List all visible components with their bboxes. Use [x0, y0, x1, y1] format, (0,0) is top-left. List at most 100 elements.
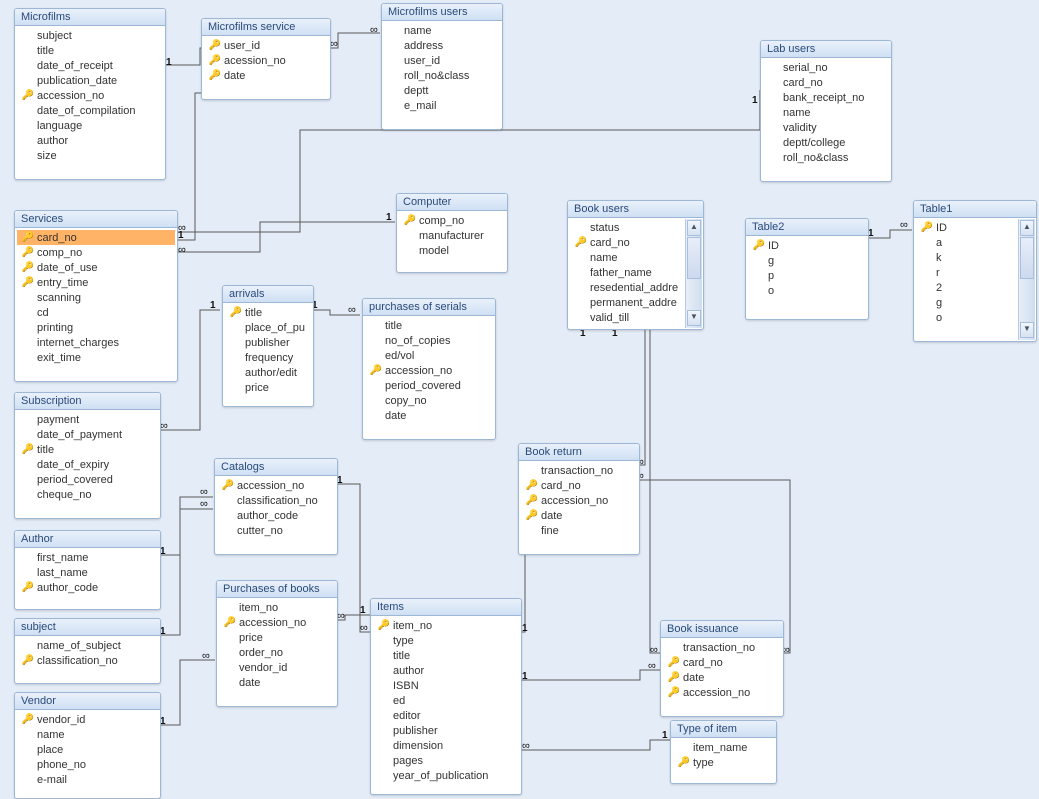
- field-row[interactable]: bank_receipt_no: [763, 90, 889, 105]
- field-row[interactable]: date: [365, 408, 493, 423]
- field-row[interactable]: 🔑vendor_id: [17, 712, 158, 727]
- field-row[interactable]: type: [373, 633, 519, 648]
- table-header[interactable]: purchases of serials: [363, 299, 495, 316]
- field-row[interactable]: last_name: [17, 565, 158, 580]
- table-arrivals[interactable]: arrivals🔑titleplace_of_pupublisherfreque…: [222, 285, 314, 407]
- table-items[interactable]: Items🔑item_notypetitleauthorISBNededitor…: [370, 598, 522, 795]
- table-header[interactable]: Microfilms service: [202, 19, 330, 36]
- table-subject[interactable]: subjectname_of_subject🔑classification_no: [14, 618, 161, 684]
- field-row[interactable]: first_name: [17, 550, 158, 565]
- field-row[interactable]: roll_no&class: [384, 68, 500, 83]
- field-row[interactable]: 🔑ID: [748, 238, 866, 253]
- field-row[interactable]: copy_no: [365, 393, 493, 408]
- field-row[interactable]: 🔑acession_no: [204, 53, 328, 68]
- table-header[interactable]: Microfilms users: [382, 4, 502, 21]
- field-row[interactable]: payment: [17, 412, 158, 427]
- field-row[interactable]: transaction_no: [521, 463, 637, 478]
- table-header[interactable]: Lab users: [761, 41, 891, 58]
- scroll-thumb[interactable]: [687, 237, 701, 279]
- table-type-of-item[interactable]: Type of itemitem_name🔑type: [670, 720, 777, 784]
- field-row[interactable]: price: [225, 380, 311, 395]
- field-row[interactable]: title: [373, 648, 519, 663]
- scroll-up-icon[interactable]: ▲: [1020, 220, 1034, 236]
- table-header[interactable]: Computer: [397, 194, 507, 211]
- table-header[interactable]: Book return: [519, 444, 639, 461]
- field-row[interactable]: ed/vol: [365, 348, 493, 363]
- field-row[interactable]: period_covered: [17, 472, 158, 487]
- table-header[interactable]: Subscription: [15, 393, 160, 410]
- table-header[interactable]: Type of item: [671, 721, 776, 738]
- table-microfilms-users[interactable]: Microfilms usersnameaddressuser_idroll_n…: [381, 3, 503, 130]
- field-row[interactable]: 🔑card_no: [570, 235, 685, 250]
- field-row[interactable]: 🔑comp_no: [17, 245, 175, 260]
- field-row[interactable]: publisher: [373, 723, 519, 738]
- field-row[interactable]: 🔑accession_no: [521, 493, 637, 508]
- field-row[interactable]: author/edit: [225, 365, 311, 380]
- field-row[interactable]: deptt: [384, 83, 500, 98]
- field-row[interactable]: 🔑accession_no: [17, 88, 163, 103]
- field-row[interactable]: name: [384, 23, 500, 38]
- field-row[interactable]: permanent_addre: [570, 295, 685, 310]
- field-row[interactable]: 🔑title: [17, 442, 158, 457]
- field-row[interactable]: valid_till: [570, 310, 685, 325]
- field-row[interactable]: pages: [373, 753, 519, 768]
- field-row[interactable]: place: [17, 742, 158, 757]
- table-microfilms-service[interactable]: Microfilms service🔑user_id🔑acession_no🔑d…: [201, 18, 331, 100]
- field-row[interactable]: 🔑accession_no: [217, 478, 335, 493]
- field-row[interactable]: model: [399, 243, 505, 258]
- table-author[interactable]: Authorfirst_namelast_name🔑author_code: [14, 530, 161, 610]
- field-row[interactable]: date_of_payment: [17, 427, 158, 442]
- table-header[interactable]: Book users: [568, 201, 703, 218]
- field-row[interactable]: classification_no: [217, 493, 335, 508]
- field-row[interactable]: name: [17, 727, 158, 742]
- field-row[interactable]: dimension: [373, 738, 519, 753]
- field-row[interactable]: order_no: [219, 645, 335, 660]
- field-row[interactable]: phone_no: [17, 757, 158, 772]
- field-row[interactable]: name_of_subject: [17, 638, 158, 653]
- table-table2[interactable]: Table2🔑IDgpo: [745, 218, 869, 320]
- field-row[interactable]: no_of_copies: [365, 333, 493, 348]
- field-row[interactable]: item_name: [673, 740, 774, 755]
- field-row[interactable]: e-mail: [17, 772, 158, 787]
- table-lab-users[interactable]: Lab usersserial_nocard_nobank_receipt_no…: [760, 40, 892, 182]
- table-services[interactable]: Services🔑card_no🔑comp_no🔑date_of_use🔑ent…: [14, 210, 178, 382]
- field-row[interactable]: 🔑classification_no: [17, 653, 158, 668]
- field-row[interactable]: date_of_expiry: [17, 457, 158, 472]
- field-row[interactable]: 🔑date: [663, 670, 781, 685]
- table-header[interactable]: Purchases of books: [217, 581, 337, 598]
- field-row[interactable]: editor: [373, 708, 519, 723]
- table-table1[interactable]: Table1🔑IDakr2go▲▼: [913, 200, 1037, 342]
- field-row[interactable]: price: [219, 630, 335, 645]
- table-header[interactable]: Table2: [746, 219, 868, 236]
- field-row[interactable]: user_id: [384, 53, 500, 68]
- field-row[interactable]: k: [916, 250, 1018, 265]
- field-row[interactable]: place_of_pu: [225, 320, 311, 335]
- field-row[interactable]: size: [17, 148, 163, 163]
- field-row[interactable]: status: [570, 220, 685, 235]
- scrollbar[interactable]: ▲▼: [685, 219, 702, 328]
- table-purchases-books[interactable]: Purchases of booksitem_no🔑accession_nopr…: [216, 580, 338, 707]
- field-row[interactable]: e_mail: [384, 98, 500, 113]
- field-row[interactable]: 🔑user_id: [204, 38, 328, 53]
- table-header[interactable]: Items: [371, 599, 521, 616]
- field-row[interactable]: title: [365, 318, 493, 333]
- field-row[interactable]: p: [748, 268, 866, 283]
- field-row[interactable]: ISBN: [373, 678, 519, 693]
- field-row[interactable]: father_name: [570, 265, 685, 280]
- field-row[interactable]: 🔑title: [225, 305, 311, 320]
- field-row[interactable]: 🔑date_of_use: [17, 260, 175, 275]
- table-computer[interactable]: Computer🔑comp_nomanufacturermodel: [396, 193, 508, 273]
- field-row[interactable]: cheque_no: [17, 487, 158, 502]
- scroll-thumb[interactable]: [1020, 237, 1034, 279]
- field-row[interactable]: publisher: [225, 335, 311, 350]
- table-microfilms[interactable]: Microfilmssubjecttitledate_of_receiptpub…: [14, 8, 166, 180]
- field-row[interactable]: 🔑date: [521, 508, 637, 523]
- table-catalogs[interactable]: Catalogs🔑accession_noclassification_noau…: [214, 458, 338, 555]
- field-row[interactable]: 🔑author_code: [17, 580, 158, 595]
- field-row[interactable]: 🔑comp_no: [399, 213, 505, 228]
- table-header[interactable]: Services: [15, 211, 177, 228]
- field-row[interactable]: author: [17, 133, 163, 148]
- field-row[interactable]: 🔑item_no: [373, 618, 519, 633]
- field-row[interactable]: serial_no: [763, 60, 889, 75]
- field-row[interactable]: date_of_receipt: [17, 58, 163, 73]
